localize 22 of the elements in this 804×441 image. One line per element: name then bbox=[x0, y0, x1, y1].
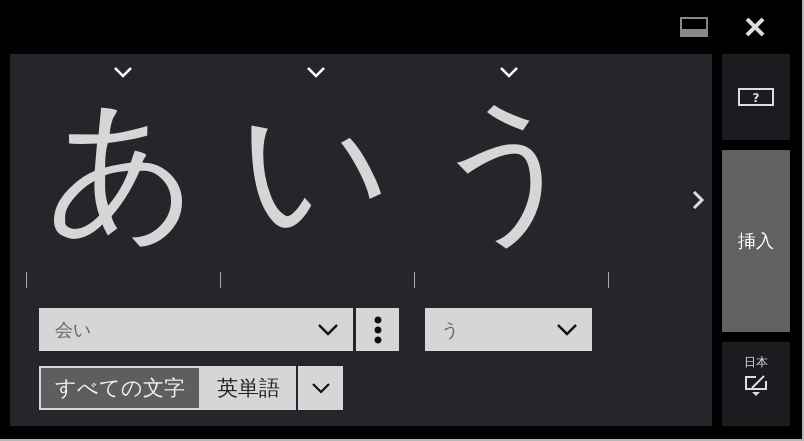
pen-pad-icon bbox=[744, 373, 768, 397]
handwritten-character: う bbox=[432, 83, 586, 254]
candidate-dropdown[interactable]: う bbox=[425, 308, 592, 351]
help-button[interactable]: ? bbox=[722, 54, 790, 140]
handwritten-character: あ bbox=[46, 83, 200, 254]
insert-button[interactable]: 挿入 bbox=[722, 150, 790, 332]
chevron-down-icon[interactable] bbox=[498, 66, 518, 78]
more-icon bbox=[374, 316, 382, 344]
chevron-down-icon[interactable] bbox=[306, 66, 326, 78]
close-icon[interactable] bbox=[744, 16, 766, 38]
handwritten-character: い bbox=[238, 83, 392, 254]
filter-tab[interactable]: すべての文字 bbox=[39, 366, 201, 410]
chevron-down-icon bbox=[556, 323, 578, 336]
chevron-down-icon bbox=[317, 323, 339, 336]
chevron-down-icon bbox=[310, 382, 330, 394]
more-button[interactable] bbox=[356, 308, 399, 351]
chevron-down-icon[interactable] bbox=[112, 66, 132, 78]
help-icon: ? bbox=[738, 88, 774, 106]
language-button[interactable]: 日本 bbox=[722, 342, 790, 426]
candidate-dropdown[interactable]: 会い bbox=[39, 308, 353, 351]
filter-dropdown[interactable] bbox=[298, 366, 343, 410]
dock-icon[interactable] bbox=[680, 17, 708, 37]
